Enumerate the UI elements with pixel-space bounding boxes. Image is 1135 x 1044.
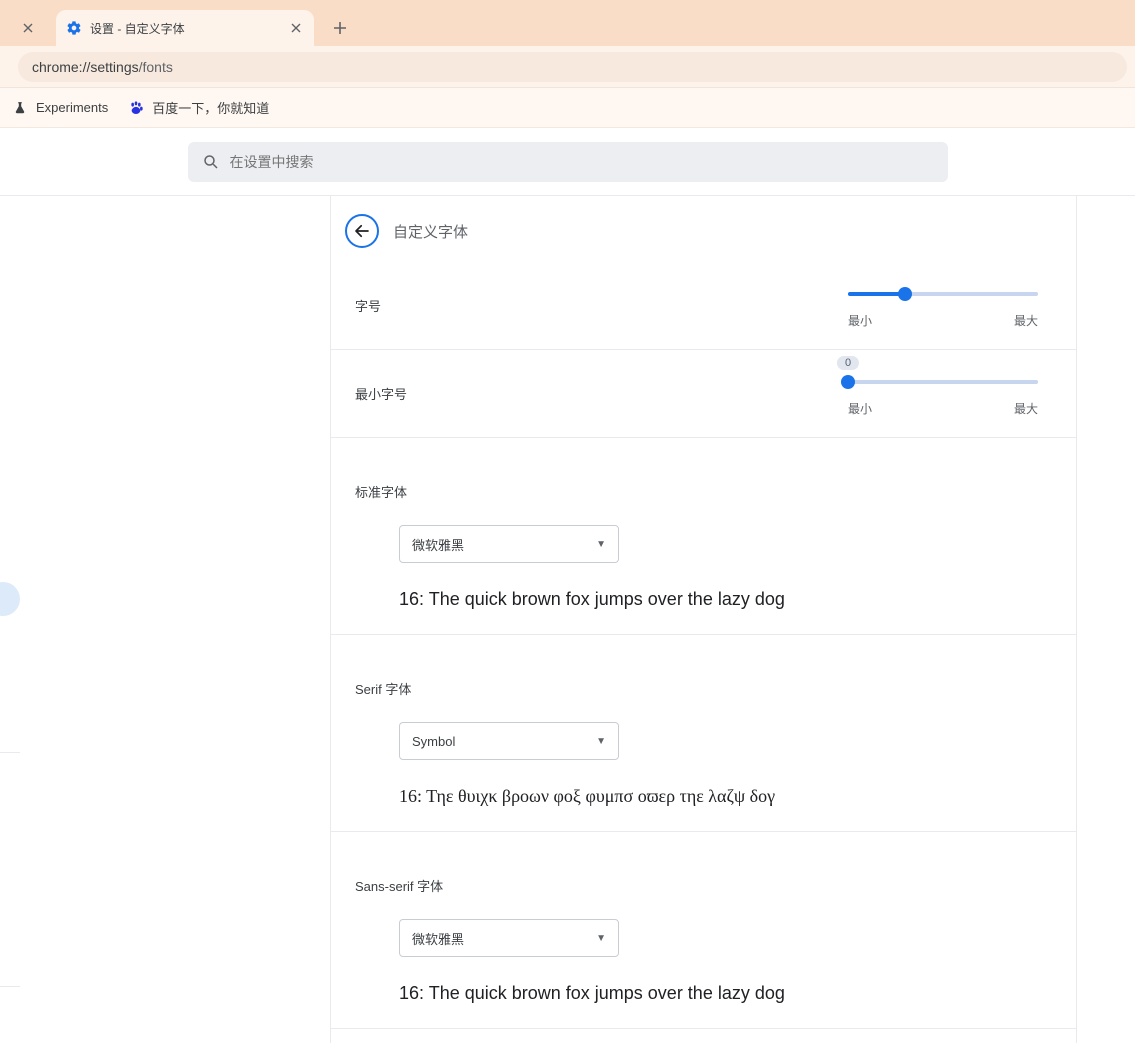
standard-font-section: 标准字体 微软雅黑 ▼ 16: The quick brown fox jump… xyxy=(331,438,1076,635)
bookmark-label: 百度一下，你就知道 xyxy=(152,98,269,117)
slider-thumb[interactable] xyxy=(841,375,855,389)
min-font-size-slider[interactable] xyxy=(848,380,1038,384)
sansserif-font-sample: 16: The quick brown fox jumps over the l… xyxy=(399,983,1052,1004)
sansserif-font-title: Sans-serif 字体 xyxy=(355,876,1052,895)
url-path: /fonts xyxy=(139,59,173,75)
standard-font-select[interactable]: 微软雅黑 ▼ xyxy=(399,525,619,563)
flask-icon xyxy=(12,100,28,116)
search-icon xyxy=(202,153,220,171)
fixed-font-section: 宽度固定的字体 ▼ xyxy=(331,1029,1076,1043)
prev-tab[interactable] xyxy=(0,10,56,46)
font-size-section: 字号 最小 最大 xyxy=(331,262,1076,350)
settings-gear-icon xyxy=(66,20,82,36)
select-value: Symbol xyxy=(412,734,455,749)
bookmark-experiments[interactable]: Experiments xyxy=(12,100,108,116)
tab-strip: 设置 - 自定义字体 xyxy=(0,0,1135,46)
select-value: 微软雅黑 xyxy=(412,929,464,948)
chevron-down-icon: ▼ xyxy=(596,736,606,747)
slider-min-label: 最小 xyxy=(848,400,872,417)
bookmarks-bar: Experiments 百度一下，你就知道 xyxy=(0,88,1135,128)
serif-font-sample: 16: Τηε θυιχκ βροων φοξ φυμπσ οϖερ τηε λ… xyxy=(399,786,1052,807)
sidebar-edge xyxy=(0,196,24,1044)
sansserif-font-select[interactable]: 微软雅黑 ▼ xyxy=(399,919,619,957)
standard-font-sample: 16: The quick brown fox jumps over the l… xyxy=(399,589,1052,610)
tab-title: 设置 - 自定义字体 xyxy=(90,20,280,37)
sansserif-font-section: Sans-serif 字体 微软雅黑 ▼ 16: The quick brown… xyxy=(331,832,1076,1029)
select-value: 微软雅黑 xyxy=(412,535,464,554)
back-button[interactable] xyxy=(345,214,379,248)
sidebar-divider xyxy=(0,752,20,753)
address-bar: chrome://settings/fonts xyxy=(0,46,1135,88)
min-font-size-section: 最小字号 0 最小 最大 xyxy=(331,350,1076,438)
min-font-size-label: 最小字号 xyxy=(355,380,407,403)
bookmark-baidu[interactable]: 百度一下，你就知道 xyxy=(128,98,269,117)
serif-font-section: Serif 字体 Symbol ▼ 16: Τηε θυιχκ βροων φο… xyxy=(331,635,1076,832)
page-title: 自定义字体 xyxy=(393,221,468,242)
settings-search-box[interactable] xyxy=(188,142,948,182)
chevron-down-icon: ▼ xyxy=(596,539,606,550)
url-protocol: chrome:// xyxy=(32,59,90,75)
serif-font-select[interactable]: Symbol ▼ xyxy=(399,722,619,760)
baidu-paw-icon xyxy=(128,100,144,116)
slider-max-label: 最大 xyxy=(1014,312,1038,329)
chevron-down-icon: ▼ xyxy=(596,933,606,944)
settings-search-input[interactable] xyxy=(230,154,934,170)
settings-search-header xyxy=(0,128,1135,196)
omnibox[interactable]: chrome://settings/fonts xyxy=(18,52,1127,82)
sidebar-divider xyxy=(0,986,20,987)
standard-font-title: 标准字体 xyxy=(355,482,1052,501)
url-host: settings xyxy=(90,59,138,75)
font-size-label: 字号 xyxy=(355,292,381,315)
font-size-slider[interactable] xyxy=(848,292,1038,296)
url-text: chrome://settings/fonts xyxy=(32,59,173,75)
slider-max-label: 最大 xyxy=(1014,400,1038,417)
slider-thumb[interactable] xyxy=(898,287,912,301)
bookmark-label: Experiments xyxy=(36,100,108,115)
slider-min-label: 最小 xyxy=(848,312,872,329)
settings-main: 自定义字体 字号 最小 最大 最小字号 0 最小 最大 xyxy=(330,196,1077,1043)
page-header: 自定义字体 xyxy=(331,196,1076,262)
sidebar-active-indicator xyxy=(0,582,20,616)
close-icon[interactable] xyxy=(20,20,36,36)
slider-tooltip: 0 xyxy=(837,356,859,370)
serif-font-title: Serif 字体 xyxy=(355,679,1052,698)
new-tab-button[interactable] xyxy=(326,14,354,42)
close-tab-button[interactable] xyxy=(288,20,304,36)
active-tab[interactable]: 设置 - 自定义字体 xyxy=(56,10,314,46)
